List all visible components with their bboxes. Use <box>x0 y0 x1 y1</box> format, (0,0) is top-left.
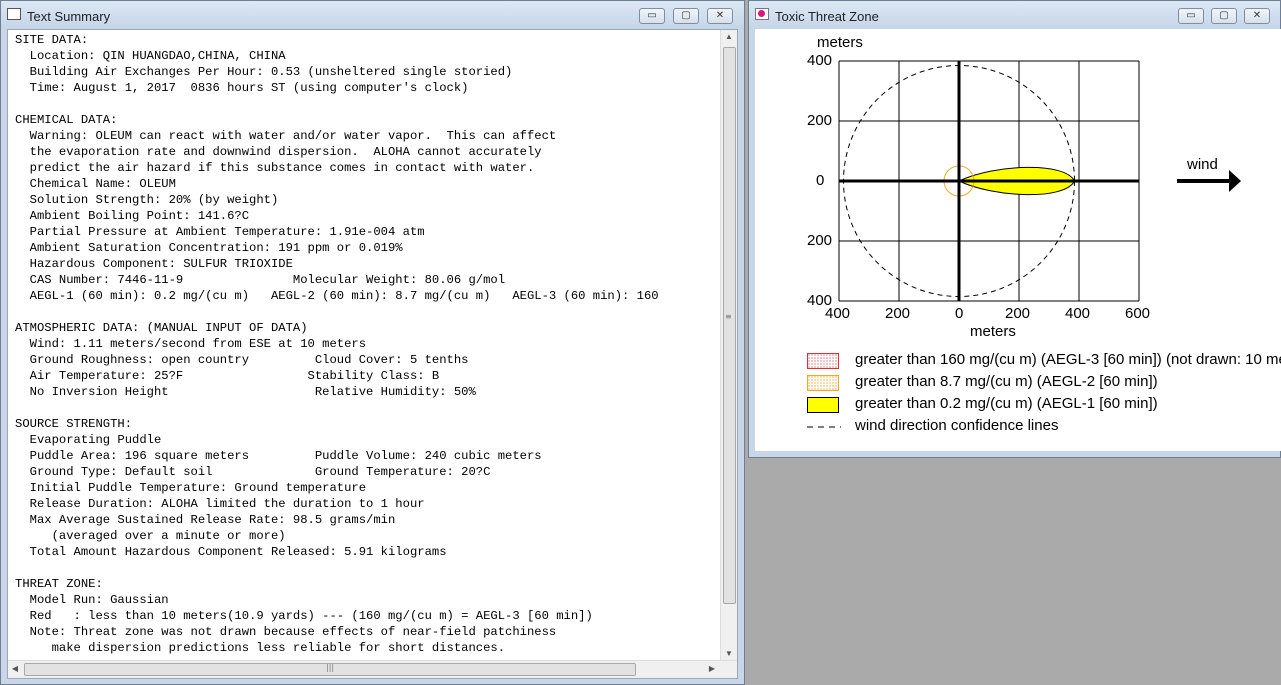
grip-icon: ≡ <box>725 312 732 321</box>
minimize-button[interactable]: ▭ <box>1178 8 1204 24</box>
threat-zone-window: Toxic Threat Zone ▭ ▢ ✕ meters meters 40… <box>748 0 1281 458</box>
vertical-scroll-thumb[interactable] <box>723 47 736 604</box>
text-summary-window: Text Summary ▭ ▢ ✕ SITE DATA: Location: … <box>0 0 745 685</box>
document-icon <box>7 8 21 20</box>
wind-label: wind <box>1187 156 1218 173</box>
legend-label: wind direction confidence lines <box>855 417 1059 434</box>
close-button[interactable]: ✕ <box>707 8 733 24</box>
scroll-down-icon[interactable]: ▼ <box>721 647 737 661</box>
maximize-button[interactable]: ▢ <box>1211 8 1237 24</box>
horizontal-scrollbar[interactable]: ◀ ||| ▶ <box>8 660 737 678</box>
legend-label: greater than 0.2 mg/(cu m) (AEGL-1 [60 m… <box>855 395 1158 412</box>
legend-label: greater than 160 mg/(cu m) (AEGL-3 [60 m… <box>855 351 1281 368</box>
threat-zone-plot <box>838 60 1241 302</box>
text-summary-titlebar[interactable]: Text Summary ▭ ▢ ✕ <box>1 1 744 29</box>
vertical-scrollbar[interactable]: ▲ ≡ ▼ <box>720 30 737 661</box>
maximize-button[interactable]: ▢ <box>673 8 699 24</box>
minimize-button[interactable]: ▭ <box>639 8 665 24</box>
close-button[interactable]: ✕ <box>1244 8 1270 24</box>
aegl2-swatch-icon <box>807 375 839 391</box>
window-title: Toxic Threat Zone <box>775 9 879 24</box>
dash-line-icon <box>807 426 841 428</box>
text-summary-content[interactable]: SITE DATA: Location: QIN HUANGDAO,CHINA,… <box>7 29 738 679</box>
wind-arrow-icon <box>1177 170 1241 192</box>
legend-label: greater than 8.7 mg/(cu m) (AEGL-2 [60 m… <box>855 373 1158 390</box>
threat-zone-titlebar[interactable]: Toxic Threat Zone ▭ ▢ ✕ <box>749 1 1280 29</box>
threat-zone-icon <box>755 8 769 20</box>
scroll-up-icon[interactable]: ▲ <box>721 30 737 44</box>
summary-text: SITE DATA: Location: QIN HUANGDAO,CHINA,… <box>15 33 659 655</box>
aegl1-swatch-icon <box>807 397 839 413</box>
window-title: Text Summary <box>27 9 111 24</box>
scroll-right-icon[interactable]: ▶ <box>705 662 719 676</box>
threat-zone-plot-area: meters meters 400 200 0 200 400 400 200 … <box>755 29 1281 451</box>
scroll-left-icon[interactable]: ◀ <box>8 662 22 676</box>
grip-icon: ||| <box>326 663 335 672</box>
aegl3-swatch-icon <box>807 353 839 369</box>
